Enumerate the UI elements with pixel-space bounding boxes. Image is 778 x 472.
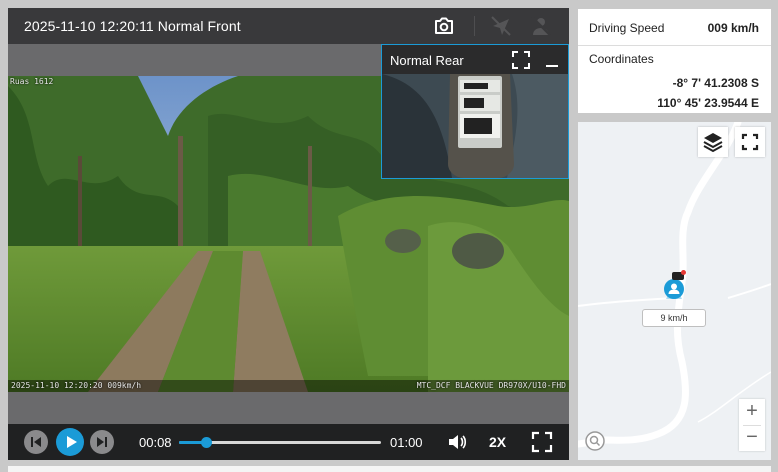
longitude-value: 110° 45' 23.9544 E	[657, 96, 759, 110]
playback-speed-button[interactable]: 2X	[489, 434, 506, 450]
map-panel[interactable]: 9 km/h + −	[578, 122, 771, 460]
seek-bar-thumb[interactable]	[200, 437, 212, 448]
map-fullscreen-icon[interactable]	[735, 127, 765, 157]
camera-icon[interactable]	[432, 14, 456, 38]
current-time: 00:08	[139, 435, 172, 450]
speed-label: Driving Speed	[589, 21, 665, 35]
topbar-divider	[474, 16, 475, 36]
rear-pip-title: Normal Rear	[390, 53, 464, 68]
volume-icon[interactable]	[446, 431, 468, 453]
speed-row: Driving Speed 009 km/h	[578, 9, 771, 46]
expand-icon[interactable]	[511, 50, 531, 70]
prev-icon[interactable]	[24, 430, 48, 454]
next-icon[interactable]	[90, 430, 114, 454]
speed-value: 009 km/h	[707, 21, 759, 35]
osd-device-label: MTC_DCF BLACKVUE DR970X/U10-FHD	[416, 381, 566, 390]
seek-bar[interactable]	[179, 437, 381, 448]
player-topbar: 2025-11-10 12:20:11 Normal Front	[8, 8, 569, 44]
rear-video-frame	[382, 74, 568, 178]
map-speed-tag: 9 km/h	[642, 309, 706, 327]
total-time: 01:00	[390, 435, 423, 450]
nav-disabled-icon	[489, 14, 513, 38]
rear-camera-pip[interactable]: Normal Rear	[381, 44, 569, 179]
minimize-icon[interactable]	[542, 50, 562, 70]
player-controls: 00:08 01:00 2X	[8, 424, 569, 460]
zoom-in-button[interactable]: +	[739, 399, 765, 425]
video-letterbox-bottom	[8, 392, 569, 424]
video-player: 2025-11-10 12:20:11 Normal Front Ruas 16…	[8, 8, 569, 460]
recording-dot	[681, 270, 686, 275]
telemetry-panel: Driving Speed 009 km/h Coordinates -8° 7…	[578, 9, 771, 113]
zoom-controls: + −	[739, 399, 765, 451]
coordinates-label: Coordinates	[589, 52, 654, 66]
recording-badge	[672, 270, 686, 280]
vehicle-icon[interactable]	[662, 277, 686, 301]
fullscreen-icon[interactable]	[531, 431, 553, 453]
layers-icon[interactable]	[698, 127, 728, 157]
person-disabled-icon	[529, 14, 553, 38]
zoom-out-button[interactable]: −	[739, 425, 765, 451]
osd-location-label: Ruas 1612	[10, 77, 54, 86]
osd-timestamp: 2025-11-10 12:20:20 009km/h	[11, 381, 142, 390]
latitude-value: -8° 7' 41.2308 S	[672, 76, 759, 90]
map-logo-icon	[584, 430, 606, 452]
bottom-strip	[8, 466, 771, 472]
rear-pip-header: Normal Rear	[382, 45, 568, 74]
video-title: 2025-11-10 12:20:11 Normal Front	[24, 18, 241, 34]
play-icon[interactable]	[56, 428, 84, 456]
